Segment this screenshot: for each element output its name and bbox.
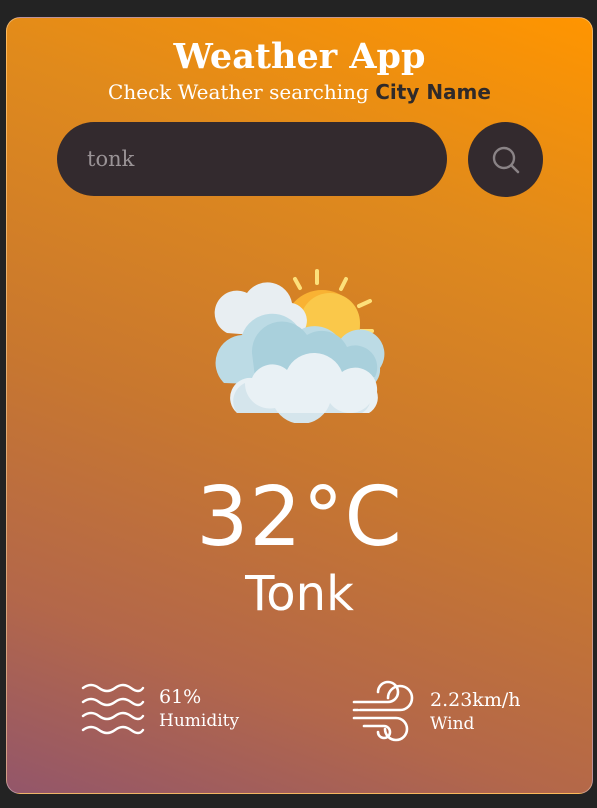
app-subtitle: Check Weather searching City Name — [7, 80, 592, 104]
partly-cloudy-sun-icon — [214, 269, 385, 423]
city-search-input[interactable] — [57, 122, 447, 196]
subtitle-emphasis: City Name — [375, 80, 491, 104]
wind-label: Wind — [430, 714, 475, 734]
wind-icon — [352, 680, 414, 742]
wind-stat: 2.23km/h Wind — [352, 680, 520, 742]
humidity-value: 61% — [159, 686, 202, 708]
app-title: Weather App — [173, 36, 426, 77]
humidity-label: Humidity — [159, 711, 240, 731]
city-name: Tonk — [245, 566, 354, 622]
weather-card: Weather App Check Weather searching City… — [6, 17, 593, 794]
humidity-stat: 61% Humidity — [81, 680, 239, 736]
search-button[interactable] — [468, 122, 543, 197]
subtitle-text: Check Weather searching — [108, 80, 376, 104]
humidity-waves-icon — [81, 683, 145, 735]
temperature-value: 32°C — [196, 470, 403, 565]
search-icon — [492, 146, 519, 173]
wind-value: 2.23km/h — [430, 689, 521, 711]
